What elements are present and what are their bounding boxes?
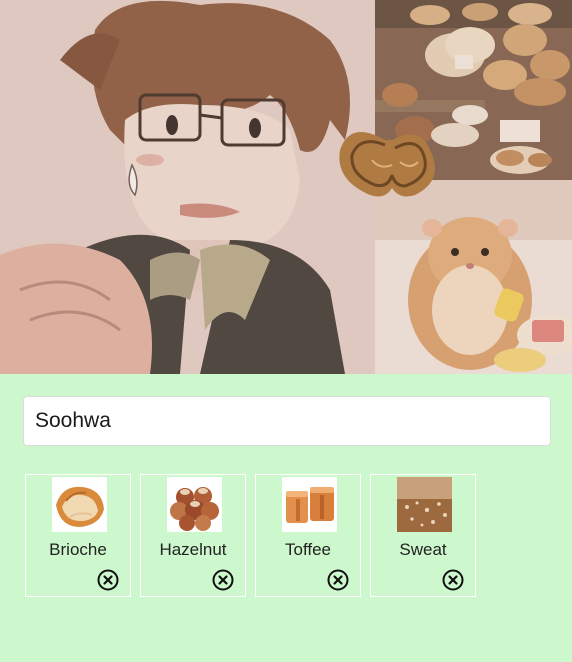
tag-card-hazelnut: Hazelnut <box>140 474 246 597</box>
remove-tag-button[interactable] <box>97 569 119 591</box>
tag-card-toffee: Toffee <box>255 474 361 597</box>
header-collage <box>0 0 572 374</box>
tag-label: Sweat <box>399 540 447 559</box>
close-circle-icon <box>212 569 234 591</box>
hazelnut-thumbnail <box>167 477 222 532</box>
brioche-thumbnail <box>52 477 107 532</box>
tag-label: Brioche <box>49 540 107 559</box>
close-circle-icon <box>97 569 119 591</box>
tag-card-sweat: Sweat <box>370 474 476 597</box>
remove-tag-button[interactable] <box>212 569 234 591</box>
tag-label: Toffee <box>284 540 331 559</box>
name-input[interactable] <box>23 396 551 446</box>
tag-label: Hazelnut <box>159 540 227 559</box>
hamster-image <box>375 180 572 374</box>
tag-list: Brioche Hazelnut Toffee Sweat <box>25 474 476 597</box>
sweat-thumbnail <box>397 477 452 532</box>
anime-portrait-image <box>0 0 375 374</box>
close-circle-icon <box>327 569 349 591</box>
remove-tag-button[interactable] <box>442 569 464 591</box>
tag-card-brioche: Brioche <box>25 474 131 597</box>
close-circle-icon <box>442 569 464 591</box>
remove-tag-button[interactable] <box>327 569 349 591</box>
toffee-thumbnail <box>282 477 337 532</box>
